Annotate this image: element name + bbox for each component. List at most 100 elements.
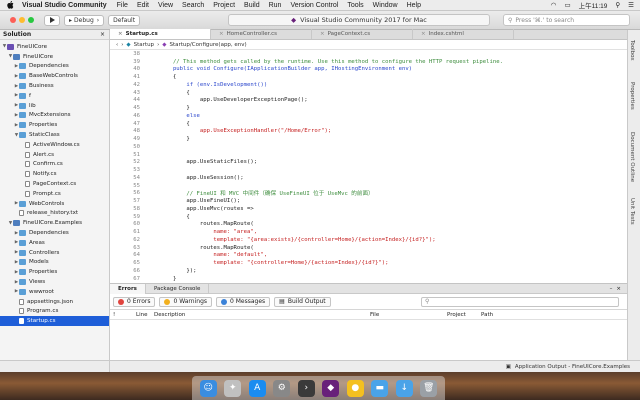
properties-tab[interactable]: Properties: [629, 82, 635, 110]
menu-build[interactable]: Build: [244, 2, 260, 9]
column-project[interactable]: Project: [447, 312, 466, 318]
column-file[interactable]: File: [370, 312, 379, 318]
minimize-pane-icon[interactable]: –: [610, 286, 613, 292]
tree-file[interactable]: Confirm.cs: [0, 160, 109, 170]
target-select[interactable]: Default: [108, 14, 141, 26]
menu-help[interactable]: Help: [407, 2, 421, 9]
menu-edit[interactable]: Edit: [137, 2, 149, 9]
tab-document[interactable]: × Index.cshtml: [413, 29, 514, 39]
wifi-icon[interactable]: ◠: [551, 1, 557, 9]
application-output-label[interactable]: Application Output - FineUICore.Examples: [515, 364, 630, 370]
tree-folder[interactable]: ▶ Areas: [0, 238, 109, 248]
tree-project[interactable]: ▼ FineUICore: [0, 42, 109, 52]
tab-errors[interactable]: Errors: [110, 283, 146, 294]
close-window-icon[interactable]: [10, 17, 16, 23]
configuration-select[interactable]: ▸ Debug ›: [64, 14, 105, 26]
close-tab-icon[interactable]: ×: [219, 31, 224, 37]
folder-icon[interactable]: ▬: [371, 379, 389, 397]
status-display: ◆ Visual Studio Community 2017 for Mac: [228, 14, 490, 26]
tree-folder[interactable]: ▼ StaticClass: [0, 130, 109, 140]
breadcrumb-method[interactable]: Startup/Configure(app, env): [170, 42, 247, 48]
tree-file[interactable]: Prompt.cs: [0, 189, 109, 199]
close-tab-icon[interactable]: ×: [320, 31, 325, 37]
menu-run[interactable]: Run: [269, 2, 282, 9]
zoom-window-icon[interactable]: [28, 17, 34, 23]
tree-folder[interactable]: ▶ Models: [0, 258, 109, 268]
search-icon: ⚲: [508, 16, 513, 24]
tree-folder[interactable]: ▶ Controllers: [0, 248, 109, 258]
menu-list-icon[interactable]: ☰: [628, 1, 634, 9]
tree-folder[interactable]: ▶ wwwroot: [0, 287, 109, 297]
close-icon[interactable]: ×: [100, 31, 105, 38]
unit-tests-tab[interactable]: Unit Tests: [629, 198, 635, 225]
menu-tools[interactable]: Tools: [347, 2, 363, 9]
errors-search-input[interactable]: ⚲: [421, 296, 619, 307]
tree-folder[interactable]: ▶ f: [0, 91, 109, 101]
menu-window[interactable]: Window: [373, 2, 398, 9]
terminal-icon[interactable]: ›: [297, 379, 315, 397]
errors-filter-button[interactable]: 0 Errors: [113, 296, 156, 307]
minimize-window-icon[interactable]: [19, 17, 25, 23]
arrow-left-icon[interactable]: ‹: [116, 42, 118, 48]
tree-file[interactable]: Startup.cs: [0, 316, 109, 327]
tree-file[interactable]: Notify.cs: [0, 169, 109, 179]
tree-file[interactable]: ActiveWindow.cs: [0, 140, 109, 150]
apple-icon[interactable]: [7, 1, 15, 9]
tab-document[interactable]: × Startup.cs: [110, 29, 211, 39]
menu-view[interactable]: View: [158, 2, 173, 9]
tree-folder[interactable]: ▶ Dependencies: [0, 62, 109, 72]
launchpad-icon[interactable]: ✦: [224, 379, 242, 397]
document-outline-tab[interactable]: Document Outline: [629, 132, 635, 182]
code-area[interactable]: 38 39 // This method gets called by the r…: [110, 50, 627, 283]
system-preferences-icon[interactable]: ⚙: [273, 379, 291, 397]
column-severity[interactable]: !: [113, 312, 115, 318]
downloads-folder-icon[interactable]: ↓: [395, 379, 413, 397]
column-description[interactable]: Description: [154, 312, 185, 318]
column-path[interactable]: Path: [481, 312, 493, 318]
arrow-right-icon[interactable]: ›: [121, 42, 123, 48]
app-store-icon[interactable]: A: [248, 379, 266, 397]
toolbox-tab[interactable]: Toolbox: [629, 40, 635, 61]
warnings-filter-button[interactable]: 0 Warnings: [159, 296, 213, 307]
app-menu[interactable]: Visual Studio Community: [22, 2, 107, 9]
tree-folder[interactable]: ▶ Business: [0, 81, 109, 91]
messages-filter-button[interactable]: 0 Messages: [216, 296, 271, 307]
tree-project[interactable]: ▼ FineUICore.Examples: [0, 218, 109, 228]
build-output-button[interactable]: ▤ Build Output: [274, 296, 331, 307]
tree-folder[interactable]: ▶ Properties: [0, 120, 109, 130]
tab-document[interactable]: × HomeController.cs: [211, 29, 312, 39]
tree-folder[interactable]: ▶ Properties: [0, 267, 109, 277]
tree-folder[interactable]: ▶ Dependencies: [0, 228, 109, 238]
close-tab-icon[interactable]: ×: [118, 31, 123, 37]
run-button[interactable]: [44, 14, 60, 26]
menu-file[interactable]: File: [117, 2, 128, 9]
tree-file[interactable]: Alert.cs: [0, 150, 109, 160]
menu-project[interactable]: Project: [213, 2, 235, 9]
tree-file[interactable]: appsettings.json: [0, 297, 109, 307]
spotlight-icon[interactable]: ⚲: [615, 1, 620, 9]
tree-folder[interactable]: ▶ BaseWebControls: [0, 71, 109, 81]
column-line[interactable]: Line: [136, 312, 147, 318]
breadcrumb-class[interactable]: Startup: [134, 42, 154, 48]
tree-folder[interactable]: ▶ lib: [0, 101, 109, 111]
visual-studio-icon[interactable]: ◆: [322, 379, 340, 397]
trash-icon[interactable]: 🗑: [420, 379, 438, 397]
tab-package-console[interactable]: Package Console: [146, 283, 210, 294]
tree-folder[interactable]: ▶ Views: [0, 277, 109, 287]
close-pane-icon[interactable]: ×: [616, 286, 621, 292]
battery-icon[interactable]: ▭: [564, 1, 570, 9]
menu-version-control[interactable]: Version Control: [290, 2, 338, 9]
qq-icon[interactable]: ●: [346, 379, 364, 397]
clock[interactable]: 上午11:19: [579, 0, 608, 10]
global-search-input[interactable]: ⚲ Press '⌘.' to search: [503, 14, 630, 26]
tree-folder[interactable]: ▶ MvcExtensions: [0, 111, 109, 121]
tree-file[interactable]: Program.cs: [0, 307, 109, 317]
tab-document[interactable]: × PageContext.cs: [312, 29, 413, 39]
menu-search[interactable]: Search: [182, 2, 204, 9]
tree-folder[interactable]: ▶ WebControls: [0, 199, 109, 209]
tree-project[interactable]: ▼ FineUICore: [0, 52, 109, 62]
tree-file[interactable]: release_history.txt: [0, 209, 109, 219]
tree-file[interactable]: PageContext.cs: [0, 179, 109, 189]
finder-icon[interactable]: ☺: [199, 379, 217, 397]
close-tab-icon[interactable]: ×: [421, 31, 426, 37]
